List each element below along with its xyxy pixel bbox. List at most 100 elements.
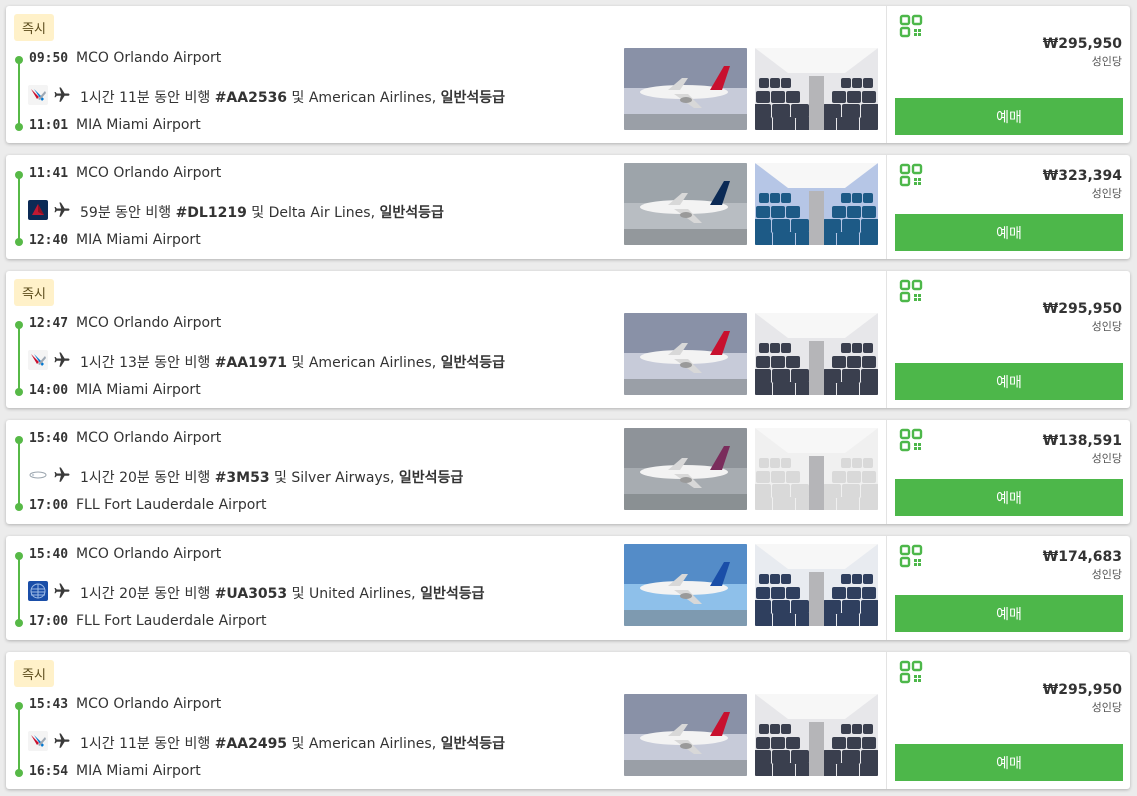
per-adult-label: 성인당 [1091, 55, 1122, 68]
arrival-dot [15, 769, 23, 777]
arrival-time: 17:00 [29, 614, 69, 629]
arrival-time: 12:40 [29, 233, 69, 248]
flight-info: 즉시 15:43 MCO Orlando Airport 1시간 11분 동안 비행 … [6, 652, 886, 789]
flight-card[interactable]: 즉시 12:47 MCO Orlando Airport 1시간 13분 동안 비행 … [6, 271, 1130, 408]
departure-dot [15, 321, 23, 329]
book-button[interactable]: 예매 [895, 744, 1123, 781]
flight-duration: 59분 동안 비행 [80, 205, 172, 221]
flight-number: #3M53 [214, 470, 270, 486]
flight-number: #DL1219 [175, 205, 247, 221]
flight-number: #AA2536 [214, 90, 288, 106]
qr-code-icon[interactable] [899, 544, 923, 568]
arrival-time: 14:00 [29, 383, 69, 398]
qr-code-icon[interactable] [899, 14, 923, 38]
airplane-icon [53, 351, 71, 369]
departure-airport: MCO Orlando Airport [76, 696, 222, 712]
american-airlines-logo [28, 350, 48, 370]
airplane-icon [53, 582, 71, 600]
price: ₩174,683 [1042, 549, 1122, 565]
price-panel: ₩138,591 성인당예매 [886, 420, 1130, 524]
flight-info: 15:40 MCO Orlando Airport 1시간 20분 동안 비행 #3… [6, 420, 886, 524]
aircraft-cabin-photo[interactable] [755, 544, 878, 626]
flight-duration: 1시간 20분 동안 비행 [80, 586, 211, 602]
arrival-dot [15, 503, 23, 511]
per-adult-label: 성인당 [1091, 452, 1122, 465]
cabin-class: 일반석등급 [440, 90, 506, 106]
flight-detail: 1시간 20분 동안 비행 #UA3053 및 United Airlines,… [80, 583, 485, 603]
flight-card[interactable]: 15:40 MCO Orlando Airport 1시간 20분 동안 비행 #U… [6, 536, 1130, 640]
departure-dot [15, 171, 23, 179]
aircraft-exterior-photo[interactable] [624, 163, 747, 245]
flight-detail: 59분 동안 비행 #DL1219 및 Delta Air Lines, 일반석… [80, 202, 444, 222]
arrival-airport: MIA Miami Airport [76, 382, 201, 398]
price: ₩295,950 [1042, 682, 1122, 698]
route-timeline [18, 439, 20, 506]
route-timeline [18, 324, 20, 391]
flight-card[interactable]: 15:40 MCO Orlando Airport 1시간 20분 동안 비행 #3… [6, 420, 1130, 524]
instant-badge: 즉시 [14, 279, 54, 306]
book-button[interactable]: 예매 [895, 595, 1123, 632]
flight-duration: 1시간 13분 동안 비행 [80, 355, 211, 371]
qr-code-icon[interactable] [899, 163, 923, 187]
flight-duration: 1시간 11분 동안 비행 [80, 90, 211, 106]
aircraft-cabin-photo[interactable] [755, 428, 878, 510]
instant-badge: 즉시 [14, 14, 54, 41]
arrival-airport: FLL Fort Lauderdale Airport [76, 613, 267, 629]
airplane-icon [53, 732, 71, 750]
american-airlines-logo [28, 731, 48, 751]
conjunction: 및 [291, 736, 305, 752]
aircraft-exterior-photo[interactable] [624, 313, 747, 395]
qr-code-icon[interactable] [899, 428, 923, 452]
price: ₩138,591 [1042, 433, 1122, 449]
flight-number: #AA2495 [214, 736, 288, 752]
qr-code-icon[interactable] [899, 660, 923, 684]
flight-card[interactable]: 즉시 09:50 MCO Orlando Airport 1시간 11분 동안 비행 … [6, 6, 1130, 143]
aircraft-cabin-photo[interactable] [755, 694, 878, 776]
qr-code-icon[interactable] [899, 279, 923, 303]
departure-airport: MCO Orlando Airport [76, 546, 222, 562]
book-button[interactable]: 예매 [895, 214, 1123, 251]
price: ₩323,394 [1042, 168, 1122, 184]
aircraft-cabin-photo[interactable] [755, 163, 878, 245]
airline-name: American Airlines, [308, 90, 437, 106]
flight-card[interactable]: 11:41 MCO Orlando Airport 59분 동안 비행 #DL121… [6, 155, 1130, 259]
departure-time: 15:40 [29, 547, 69, 562]
price-panel: ₩323,394 성인당 예매 [886, 155, 1130, 259]
flight-detail: 1시간 13분 동안 비행 #AA1971 및 American Airline… [80, 352, 505, 372]
departure-dot [15, 702, 23, 710]
book-button[interactable]: 예매 [895, 98, 1123, 135]
cabin-class: 일반석등급 [440, 736, 506, 752]
route-timeline [18, 705, 20, 772]
instant-badge: 즉시 [14, 660, 54, 687]
departure-dot [15, 436, 23, 444]
price: ₩295,950 [1042, 36, 1122, 52]
arrival-airport: MIA Miami Airport [76, 117, 201, 133]
price-panel: ₩174,683 성인당 예매 [886, 536, 1130, 640]
flight-card[interactable]: 즉시 15:43 MCO Orlando Airport 1시간 11분 동안 비행 … [6, 652, 1130, 789]
conjunction: 및 [291, 90, 305, 106]
price-panel: ₩295,950 성인당 예매 [886, 652, 1130, 789]
arrival-airport: MIA Miami Airport [76, 763, 201, 779]
price: ₩295,950 [1042, 301, 1122, 317]
book-button[interactable]: 예매 [895, 363, 1123, 400]
flight-detail: 1시간 11분 동안 비행 #AA2495 및 American Airline… [80, 733, 505, 753]
departure-dot [15, 56, 23, 64]
book-button[interactable]: 예매 [895, 479, 1123, 516]
aircraft-exterior-photo[interactable] [624, 544, 747, 626]
departure-airport: MCO Orlando Airport [76, 430, 222, 446]
flight-info: 11:41 MCO Orlando Airport 59분 동안 비행 #DL121… [6, 155, 886, 259]
flight-info: 즉시 09:50 MCO Orlando Airport 1시간 11분 동안 비행 … [6, 6, 886, 143]
flight-duration: 1시간 11분 동안 비행 [80, 736, 211, 752]
aircraft-exterior-photo[interactable] [624, 428, 747, 510]
route-timeline [18, 555, 20, 622]
departure-airport: MCO Orlando Airport [76, 165, 222, 181]
aircraft-exterior-photo[interactable] [624, 48, 747, 130]
aircraft-exterior-photo[interactable] [624, 694, 747, 776]
departure-airport: MCO Orlando Airport [76, 315, 222, 331]
departure-time: 11:41 [29, 166, 69, 181]
aircraft-cabin-photo[interactable] [755, 313, 878, 395]
united-logo [28, 581, 48, 601]
aircraft-cabin-photo[interactable] [755, 48, 878, 130]
airplane-icon [53, 466, 71, 484]
flight-detail: 1시간 11분 동안 비행 #AA2536 및 American Airline… [80, 87, 505, 107]
